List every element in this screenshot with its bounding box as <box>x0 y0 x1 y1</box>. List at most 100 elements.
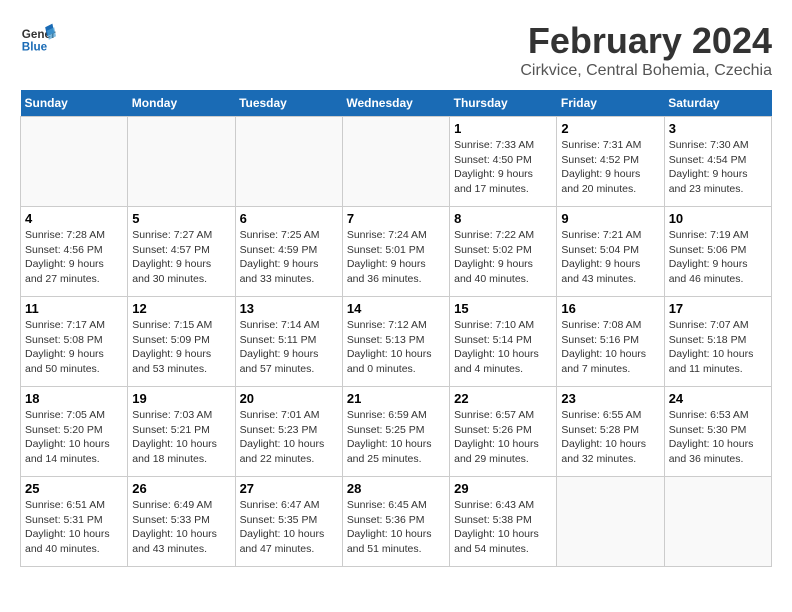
calendar-cell: 14 Sunrise: 7:12 AMSunset: 5:13 PMDayligh… <box>342 297 449 387</box>
day-number: 20 <box>240 391 338 406</box>
day-number: 12 <box>132 301 230 316</box>
day-info: Sunrise: 7:21 AMSunset: 5:04 PMDaylight:… <box>561 228 659 287</box>
calendar-week-row: 11 Sunrise: 7:17 AMSunset: 5:08 PMDayligh… <box>21 297 772 387</box>
day-info: Sunrise: 7:27 AMSunset: 4:57 PMDaylight:… <box>132 228 230 287</box>
calendar-cell: 22 Sunrise: 6:57 AMSunset: 5:26 PMDayligh… <box>450 387 557 477</box>
calendar-cell <box>557 477 664 567</box>
day-number: 4 <box>25 211 123 226</box>
day-info: Sunrise: 7:05 AMSunset: 5:20 PMDaylight:… <box>25 408 123 467</box>
day-info: Sunrise: 7:25 AMSunset: 4:59 PMDaylight:… <box>240 228 338 287</box>
calendar-cell <box>664 477 771 567</box>
calendar-cell: 8 Sunrise: 7:22 AMSunset: 5:02 PMDaylight… <box>450 207 557 297</box>
day-info: Sunrise: 6:45 AMSunset: 5:36 PMDaylight:… <box>347 498 445 557</box>
day-info: Sunrise: 7:15 AMSunset: 5:09 PMDaylight:… <box>132 318 230 377</box>
day-number: 8 <box>454 211 552 226</box>
calendar-week-row: 18 Sunrise: 7:05 AMSunset: 5:20 PMDayligh… <box>21 387 772 477</box>
header: General Blue February 2024 Cirkvice, Cen… <box>20 20 772 80</box>
calendar-cell: 13 Sunrise: 7:14 AMSunset: 5:11 PMDayligh… <box>235 297 342 387</box>
calendar-cell: 2Sunrise: 7:31 AMSunset: 4:52 PMDaylight… <box>557 117 664 207</box>
day-number: 5 <box>132 211 230 226</box>
calendar-cell: 27Sunrise: 6:47 AMSunset: 5:35 PMDayligh… <box>235 477 342 567</box>
calendar-cell: 26 Sunrise: 6:49 AMSunset: 5:33 PMDayligh… <box>128 477 235 567</box>
weekday-header-friday: Friday <box>557 90 664 117</box>
day-info: Sunrise: 7:19 AMSunset: 5:06 PMDaylight:… <box>669 228 767 287</box>
day-number: 3 <box>669 121 767 136</box>
day-number: 11 <box>25 301 123 316</box>
day-info: Sunrise: 6:51 AMSunset: 5:31 PMDaylight:… <box>25 498 123 557</box>
calendar-cell: 18 Sunrise: 7:05 AMSunset: 5:20 PMDayligh… <box>21 387 128 477</box>
calendar-cell: 9 Sunrise: 7:21 AMSunset: 5:04 PMDaylight… <box>557 207 664 297</box>
calendar-cell: 10Sunrise: 7:19 AMSunset: 5:06 PMDayligh… <box>664 207 771 297</box>
day-number: 28 <box>347 481 445 496</box>
day-info: Sunrise: 7:31 AMSunset: 4:52 PMDaylight:… <box>561 138 659 197</box>
calendar-cell: 19 Sunrise: 7:03 AMSunset: 5:21 PMDayligh… <box>128 387 235 477</box>
day-info: Sunrise: 7:28 AMSunset: 4:56 PMDaylight:… <box>25 228 123 287</box>
day-number: 23 <box>561 391 659 406</box>
day-number: 27 <box>240 481 338 496</box>
calendar-cell: 28 Sunrise: 6:45 AMSunset: 5:36 PMDayligh… <box>342 477 449 567</box>
day-number: 19 <box>132 391 230 406</box>
logo-icon: General Blue <box>20 20 56 56</box>
calendar-cell: 6 Sunrise: 7:25 AMSunset: 4:59 PMDaylight… <box>235 207 342 297</box>
day-number: 21 <box>347 391 445 406</box>
day-info: Sunrise: 7:03 AMSunset: 5:21 PMDaylight:… <box>132 408 230 467</box>
calendar-cell: 20 Sunrise: 7:01 AMSunset: 5:23 PMDayligh… <box>235 387 342 477</box>
day-number: 17 <box>669 301 767 316</box>
page-title: February 2024 <box>520 20 772 62</box>
calendar-cell: 23 Sunrise: 6:55 AMSunset: 5:28 PMDayligh… <box>557 387 664 477</box>
day-number: 16 <box>561 301 659 316</box>
day-info: Sunrise: 7:22 AMSunset: 5:02 PMDaylight:… <box>454 228 552 287</box>
calendar-week-row: 25 Sunrise: 6:51 AMSunset: 5:31 PMDayligh… <box>21 477 772 567</box>
calendar-cell <box>235 117 342 207</box>
day-number: 14 <box>347 301 445 316</box>
calendar-cell: 21 Sunrise: 6:59 AMSunset: 5:25 PMDayligh… <box>342 387 449 477</box>
calendar-cell: 5 Sunrise: 7:27 AMSunset: 4:57 PMDaylight… <box>128 207 235 297</box>
page-subtitle: Cirkvice, Central Bohemia, Czechia <box>520 62 772 80</box>
day-number: 18 <box>25 391 123 406</box>
calendar-cell: 1Sunrise: 7:33 AMSunset: 4:50 PMDaylight… <box>450 117 557 207</box>
day-number: 22 <box>454 391 552 406</box>
day-info: Sunrise: 7:12 AMSunset: 5:13 PMDaylight:… <box>347 318 445 377</box>
weekday-header-saturday: Saturday <box>664 90 771 117</box>
day-info: Sunrise: 6:49 AMSunset: 5:33 PMDaylight:… <box>132 498 230 557</box>
calendar-cell <box>128 117 235 207</box>
day-number: 6 <box>240 211 338 226</box>
day-info: Sunrise: 7:10 AMSunset: 5:14 PMDaylight:… <box>454 318 552 377</box>
day-info: Sunrise: 7:01 AMSunset: 5:23 PMDaylight:… <box>240 408 338 467</box>
day-number: 7 <box>347 211 445 226</box>
logo: General Blue <box>20 20 56 56</box>
day-number: 26 <box>132 481 230 496</box>
weekday-header-row: SundayMondayTuesdayWednesdayThursdayFrid… <box>21 90 772 117</box>
calendar-cell: 17 Sunrise: 7:07 AMSunset: 5:18 PMDayligh… <box>664 297 771 387</box>
day-info: Sunrise: 7:14 AMSunset: 5:11 PMDaylight:… <box>240 318 338 377</box>
calendar-week-row: 1Sunrise: 7:33 AMSunset: 4:50 PMDaylight… <box>21 117 772 207</box>
calendar-week-row: 4 Sunrise: 7:28 AMSunset: 4:56 PMDaylight… <box>21 207 772 297</box>
calendar-cell: 15 Sunrise: 7:10 AMSunset: 5:14 PMDayligh… <box>450 297 557 387</box>
day-info: Sunrise: 7:17 AMSunset: 5:08 PMDaylight:… <box>25 318 123 377</box>
weekday-header-monday: Monday <box>128 90 235 117</box>
day-number: 1 <box>454 121 552 136</box>
calendar-cell: 25 Sunrise: 6:51 AMSunset: 5:31 PMDayligh… <box>21 477 128 567</box>
day-number: 29 <box>454 481 552 496</box>
day-info: Sunrise: 7:07 AMSunset: 5:18 PMDaylight:… <box>669 318 767 377</box>
calendar-cell: 3Sunrise: 7:30 AMSunset: 4:54 PMDaylight… <box>664 117 771 207</box>
day-info: Sunrise: 6:55 AMSunset: 5:28 PMDaylight:… <box>561 408 659 467</box>
day-info: Sunrise: 6:59 AMSunset: 5:25 PMDaylight:… <box>347 408 445 467</box>
calendar-cell: 29 Sunrise: 6:43 AMSunset: 5:38 PMDayligh… <box>450 477 557 567</box>
weekday-header-wednesday: Wednesday <box>342 90 449 117</box>
calendar-cell: 12 Sunrise: 7:15 AMSunset: 5:09 PMDayligh… <box>128 297 235 387</box>
weekday-header-tuesday: Tuesday <box>235 90 342 117</box>
day-info: Sunrise: 7:08 AMSunset: 5:16 PMDaylight:… <box>561 318 659 377</box>
calendar-cell: 4 Sunrise: 7:28 AMSunset: 4:56 PMDaylight… <box>21 207 128 297</box>
day-info: Sunrise: 6:43 AMSunset: 5:38 PMDaylight:… <box>454 498 552 557</box>
day-number: 9 <box>561 211 659 226</box>
day-number: 25 <box>25 481 123 496</box>
day-info: Sunrise: 6:57 AMSunset: 5:26 PMDaylight:… <box>454 408 552 467</box>
calendar-cell: 16 Sunrise: 7:08 AMSunset: 5:16 PMDayligh… <box>557 297 664 387</box>
day-info: Sunrise: 6:53 AMSunset: 5:30 PMDaylight:… <box>669 408 767 467</box>
calendar-cell <box>342 117 449 207</box>
day-number: 13 <box>240 301 338 316</box>
day-number: 15 <box>454 301 552 316</box>
weekday-header-sunday: Sunday <box>21 90 128 117</box>
weekday-header-thursday: Thursday <box>450 90 557 117</box>
